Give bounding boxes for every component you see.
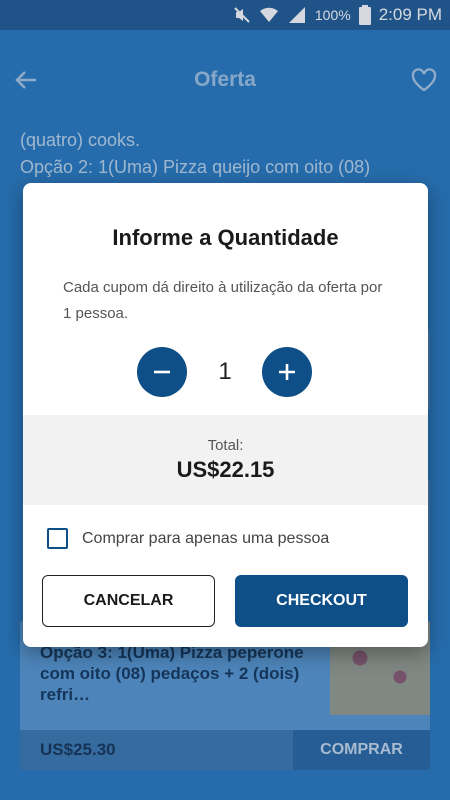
dialog-title: Informe a Quantidade [112,225,339,250]
plus-icon [277,362,297,382]
quantity-dialog: Informe a Quantidade Cada cupom dá direi… [23,183,428,647]
decrease-quantity-button[interactable] [137,347,187,397]
total-label: Total: [207,437,244,454]
single-person-option[interactable]: Comprar para apenas uma pessoa [47,528,329,549]
quantity-value: 1 [218,358,232,385]
quantity-stepper: 1 [23,347,428,397]
cancel-button[interactable]: CANCELAR [42,575,215,627]
minus-icon [152,362,172,382]
dialog-description: Cada cupom dá direito à utilização da of… [63,279,383,322]
increase-quantity-button[interactable] [262,347,312,397]
total-panel: Total: US$22.15 [23,415,428,505]
single-person-checkbox[interactable] [47,528,68,549]
single-person-label: Comprar para apenas uma pessoa [82,529,330,547]
checkout-button[interactable]: CHECKOUT [235,575,408,627]
total-value: US$22.15 [176,457,275,482]
